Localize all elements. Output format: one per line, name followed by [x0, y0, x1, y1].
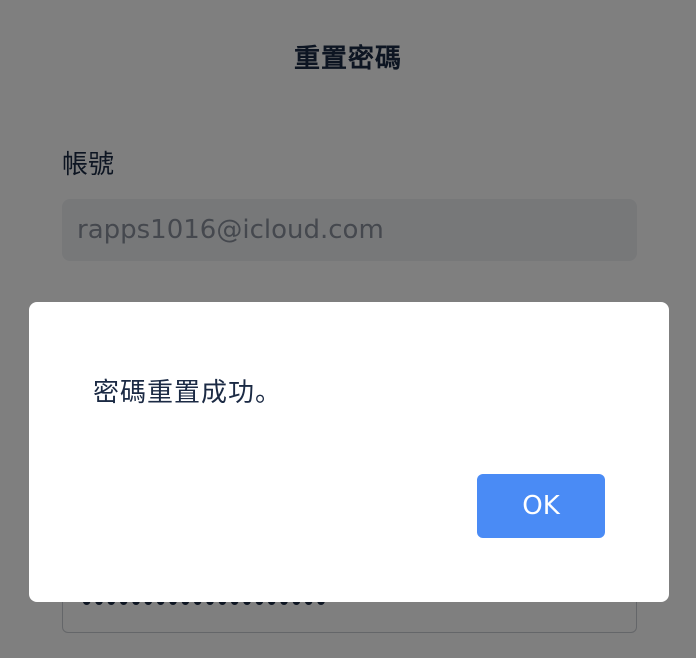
- dialog-message: 密碼重置成功。: [93, 378, 283, 408]
- ok-button[interactable]: OK: [477, 474, 605, 538]
- success-dialog: 密碼重置成功。 OK: [29, 302, 669, 602]
